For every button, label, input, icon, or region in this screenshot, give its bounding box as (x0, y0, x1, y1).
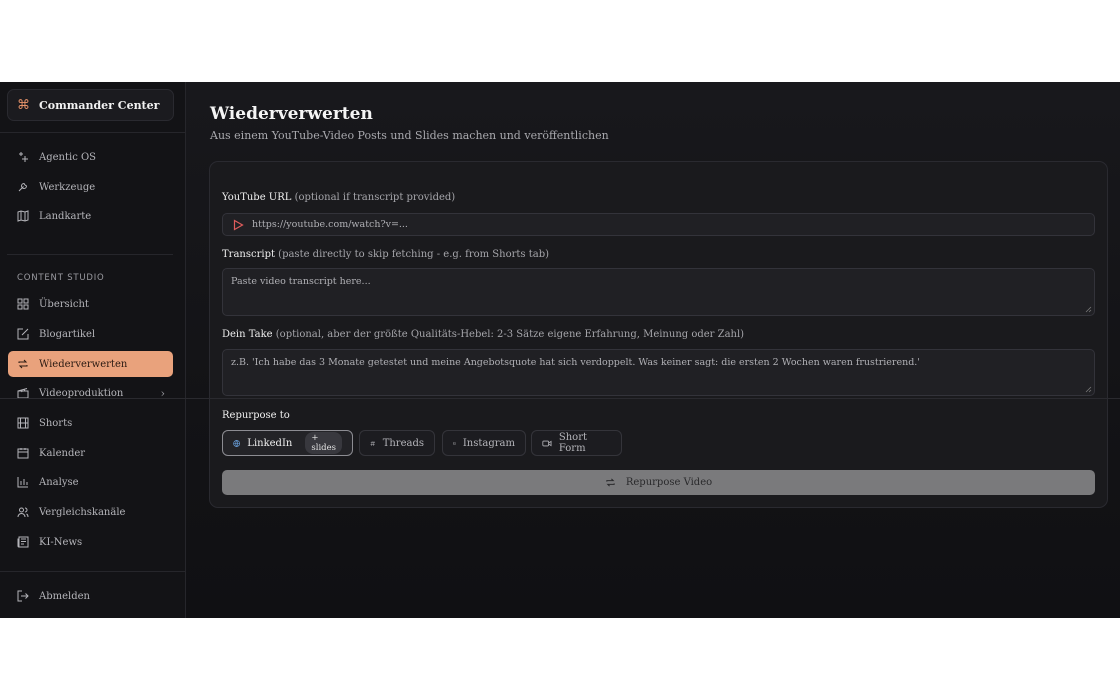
sidebar-item-wiederverwerten[interactable]: Wiederverwerten (8, 351, 173, 377)
repurpose-form: YouTube URL (optional if transcript prov… (209, 161, 1108, 508)
resize-grip-icon[interactable] (1085, 306, 1092, 313)
sidebar-item-label: Werkzeuge (39, 181, 96, 193)
sidebar-item-label: Vergleichskanäle (39, 506, 126, 518)
sidebar-item-label: Analyse (39, 476, 79, 488)
target-instagram-toggle[interactable]: Instagram (442, 430, 526, 456)
youtube-url-label: YouTube URL (optional if transcript prov… (222, 192, 455, 203)
repeat-icon (606, 478, 615, 487)
take-textarea[interactable]: z.B. 'Ich habe das 3 Monate getestet und… (222, 349, 1095, 396)
sidebar-item-videoproduktion[interactable]: Videoproduktion › (8, 380, 173, 406)
repeat-icon (18, 359, 28, 369)
youtube-url-placeholder: https://youtube.com/watch?v=... (252, 219, 408, 230)
sidebar-item-label: Wiederverwerten (39, 358, 128, 370)
target-label: Short Form (558, 432, 588, 454)
target-label: Threads (382, 437, 424, 449)
play-icon (233, 218, 244, 231)
label-text: YouTube URL (222, 192, 292, 203)
sidebar-item-blogartikel[interactable]: Blogartikel (8, 321, 173, 347)
sidebar-item-werkzeuge[interactable]: Werkzeuge (8, 174, 173, 200)
sidebar-divider (0, 132, 185, 133)
sidebar-divider (0, 571, 185, 572)
repurpose-video-label: Repurpose Video (625, 477, 713, 488)
sidebar-item-label: Agentic OS (39, 151, 97, 163)
newspaper-icon (17, 536, 29, 548)
repurpose-to-label: Repurpose to (222, 410, 290, 421)
label-hint: (optional, aber der größte Qualitäts-Heb… (275, 329, 745, 340)
overlay-divider (0, 398, 1120, 399)
calendar-icon (17, 448, 29, 459)
command-icon: ⌘ (17, 97, 30, 113)
sidebar-item-label: Blogartikel (39, 328, 96, 340)
video-icon (542, 440, 552, 446)
image-icon (453, 441, 456, 445)
label-hint: (optional if transcript provided) (294, 192, 456, 203)
sidebar-item-agentic-os[interactable]: Agentic OS (8, 144, 173, 170)
users-icon (17, 507, 29, 518)
sidebar-item-label: Videoproduktion (39, 387, 124, 399)
page-title: Wiederverwerten (210, 104, 373, 124)
label-text: Transcript (222, 249, 275, 260)
sidebar-item-label: Kalender (39, 447, 86, 459)
sidebar: ⌘ Commander Center Agentic OS Werkzeuge … (0, 82, 186, 618)
map-icon (17, 210, 29, 222)
sidebar-item-label: Landkarte (39, 210, 92, 222)
wrench-icon (18, 182, 28, 192)
page-subtitle: Aus einem YouTube-Video Posts und Slides… (210, 129, 609, 142)
target-short-form-toggle[interactable]: Short Form (531, 430, 622, 456)
film-icon (17, 417, 29, 429)
target-threads-toggle[interactable]: Threads (359, 430, 435, 456)
target-linkedin-toggle[interactable]: LinkedIn + slides (222, 430, 353, 456)
globe-icon (233, 439, 240, 447)
logout-button[interactable]: Abmelden (8, 583, 173, 609)
edit-icon (17, 328, 29, 340)
sidebar-item-kalender[interactable]: Kalender (8, 440, 173, 466)
app-window: ⌘ Commander Center Agentic OS Werkzeuge … (0, 82, 1120, 618)
label-hint: (paste directly to skip fetching - e.g. … (278, 249, 549, 260)
sidebar-divider (7, 254, 173, 255)
sidebar-item-label: Übersicht (39, 298, 89, 310)
sidebar-item-landkarte[interactable]: Landkarte (8, 203, 173, 229)
youtube-url-input[interactable]: https://youtube.com/watch?v=... (222, 213, 1095, 236)
transcript-textarea[interactable]: Paste video transcript here... (222, 268, 1095, 316)
grid-icon (17, 298, 29, 310)
sparkles-icon (19, 152, 28, 162)
brand-title: Commander Center (39, 98, 160, 112)
section-label: CONTENT STUDIO (17, 273, 105, 283)
sidebar-item-label: KI-News (39, 536, 83, 548)
logout-icon (17, 590, 29, 602)
take-label: Dein Take (optional, aber der größte Qua… (222, 329, 744, 340)
sidebar-item-label: Shorts (39, 417, 73, 429)
logout-label: Abmelden (39, 590, 90, 602)
hash-icon (370, 440, 375, 446)
target-label: LinkedIn (247, 437, 293, 449)
take-placeholder: z.B. 'Ich habe das 3 Monate getestet und… (231, 357, 920, 368)
sidebar-item-shorts[interactable]: Shorts (8, 410, 173, 436)
sidebar-item-uebersicht[interactable]: Übersicht (8, 291, 173, 317)
target-label: Instagram (462, 437, 515, 449)
sidebar-item-ki-news[interactable]: KI-News (8, 529, 173, 555)
slides-badge: + slides (305, 432, 342, 454)
transcript-placeholder: Paste video transcript here... (231, 276, 371, 287)
sidebar-item-analyse[interactable]: Analyse (8, 469, 173, 495)
brand-button[interactable]: ⌘ Commander Center (7, 89, 174, 121)
resize-grip-icon[interactable] (1085, 386, 1092, 393)
repurpose-video-button[interactable]: Repurpose Video (222, 470, 1095, 495)
sidebar-item-vergleichskanaele[interactable]: Vergleichskanäle (8, 499, 173, 525)
transcript-label: Transcript (paste directly to skip fetch… (222, 249, 549, 260)
bar-chart-icon (17, 477, 28, 488)
label-text: Dein Take (222, 329, 273, 340)
main-content: Wiederverwerten Aus einem YouTube-Video … (186, 82, 1120, 618)
